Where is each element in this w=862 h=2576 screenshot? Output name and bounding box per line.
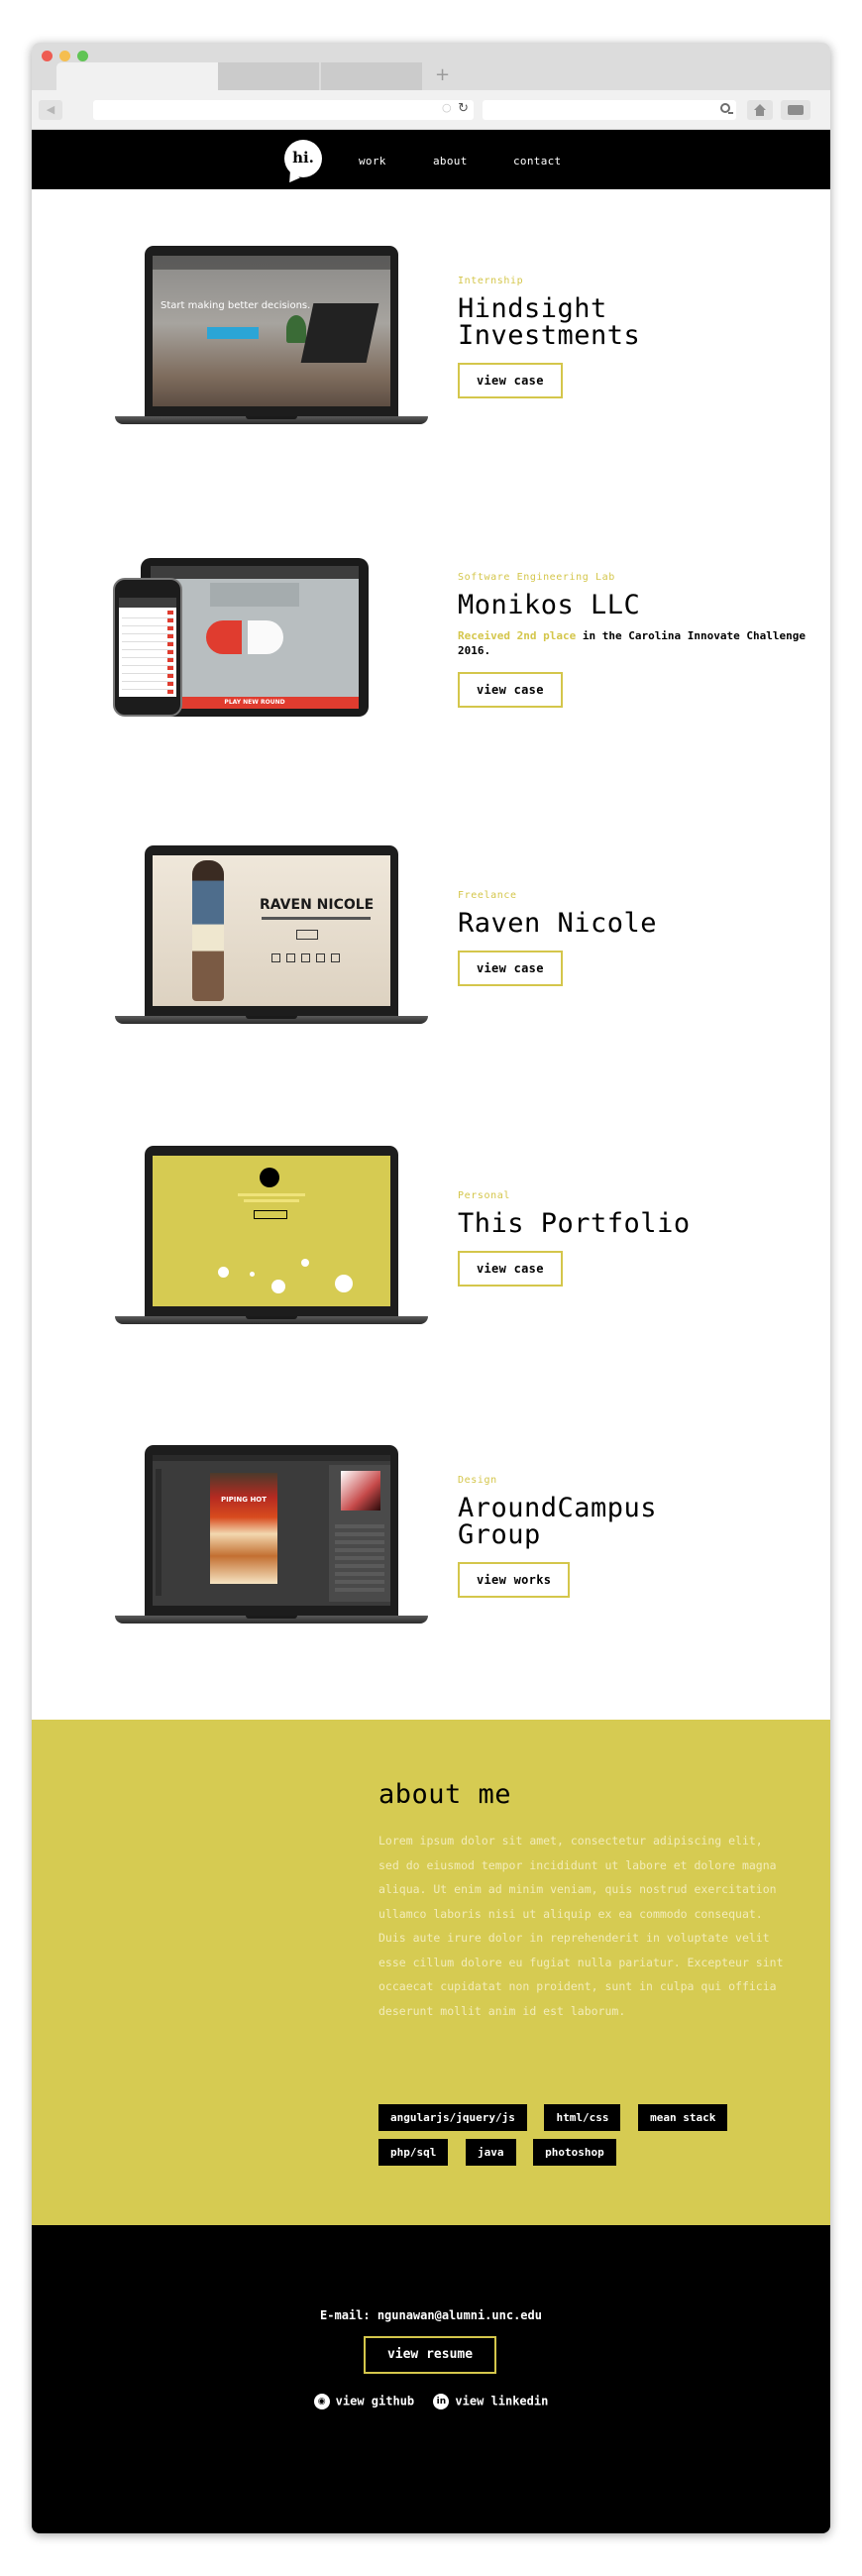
project-screenshot — [153, 1156, 390, 1306]
github-icon: ◉ — [313, 2394, 330, 2409]
minimize-window-button[interactable] — [59, 51, 70, 61]
project-screenshot: Start making better decisions. — [153, 256, 390, 406]
home-icon — [754, 104, 766, 116]
project-title: Monikos LLC — [458, 590, 641, 620]
project-category: Personal — [458, 1190, 510, 1201]
skill-tag: php/sql — [378, 2139, 449, 2166]
skill-tag: java — [466, 2139, 516, 2166]
about-body: Lorem ipsum dolor sit amet, consectetur … — [378, 1834, 784, 2018]
skill-tag: photoshop — [533, 2139, 616, 2166]
view-case-button[interactable]: view case — [458, 363, 563, 398]
skill-tag: angularjs/jquery/js — [378, 2104, 527, 2131]
view-case-button[interactable]: view case — [458, 951, 563, 986]
project-title: Raven Nicole — [458, 908, 658, 939]
maximize-window-button[interactable] — [77, 51, 88, 61]
nav-link-contact[interactable]: contact — [513, 155, 561, 168]
project-title: This Portfolio — [458, 1208, 691, 1239]
contact-email[interactable]: E-mail: ngunawan@alumni.unc.edu — [32, 2308, 830, 2322]
linkedin-icon: in — [433, 2394, 450, 2409]
browser-toolbar: ◀ ○ ↻ — [32, 90, 830, 130]
sidebar-icon — [788, 105, 804, 115]
project-title: Hindsight Investments — [458, 293, 641, 351]
back-button[interactable]: ◀ — [39, 100, 62, 120]
view-case-button[interactable]: view case — [458, 672, 563, 708]
award-highlight: Received 2nd place — [458, 629, 577, 642]
project-category: Design — [458, 1475, 497, 1486]
project-screenshot: RAVEN NICOLE — [153, 855, 390, 1006]
bookmark-icon[interactable]: ○ — [442, 102, 452, 113]
screenshot-headline: Start making better decisions. — [161, 300, 311, 311]
view-case-button[interactable]: view case — [458, 1251, 563, 1287]
sidebar-toggle-button[interactable] — [781, 100, 810, 120]
about-section: about me Lorem ipsum dolor sit amet, con… — [32, 1720, 830, 2225]
browser-tab[interactable] — [218, 62, 319, 90]
nav-link-about[interactable]: about — [433, 155, 468, 168]
about-title: about me — [378, 1779, 512, 1810]
screenshot-poster-title: PIPING HOT — [220, 1496, 268, 1504]
view-works-button[interactable]: view works — [458, 1562, 571, 1598]
browser-tab-strip: + — [32, 43, 830, 90]
project-category: Internship — [458, 276, 524, 286]
site-logo[interactable]: hi. — [284, 140, 322, 177]
skill-tag: html/css — [544, 2104, 621, 2131]
phone-mockup — [113, 578, 182, 717]
home-button[interactable] — [747, 100, 773, 120]
social-links: ◉ view github in view linkedin — [32, 2394, 830, 2409]
screenshot-name: RAVEN NICOLE — [260, 897, 375, 913]
project-category: Software Engineering Lab — [458, 572, 615, 583]
search-input[interactable] — [483, 100, 736, 120]
new-tab-icon[interactable]: + — [435, 64, 450, 85]
contact-footer: E-mail: ngunawan@alumni.unc.edu view res… — [32, 2225, 830, 2533]
browser-window: + ◀ ○ ↻ hi. work about contact Start mak… — [32, 43, 830, 2533]
site-navbar: hi. work about contact — [32, 130, 830, 189]
search-icon — [720, 103, 733, 114]
nav-link-work[interactable]: work — [359, 155, 386, 168]
skill-tags: angularjs/jquery/js html/css mean stack … — [378, 2104, 785, 2174]
address-bar[interactable]: ○ ↻ — [93, 100, 474, 120]
project-description: Received 2nd place in the Carolina Innov… — [458, 629, 807, 657]
reload-icon[interactable]: ↻ — [458, 101, 469, 116]
project-screenshot: PIPING HOT — [153, 1455, 390, 1606]
close-window-button[interactable] — [42, 51, 53, 61]
browser-tab[interactable] — [321, 62, 422, 90]
github-link[interactable]: ◉ view github — [313, 2394, 414, 2409]
skill-tag: mean stack — [638, 2104, 728, 2131]
project-category: Freelance — [458, 890, 517, 901]
linkedin-link[interactable]: in view linkedin — [433, 2394, 548, 2409]
view-resume-button[interactable]: view resume — [364, 2336, 496, 2374]
project-title: AroundCampus Group — [458, 1493, 658, 1550]
